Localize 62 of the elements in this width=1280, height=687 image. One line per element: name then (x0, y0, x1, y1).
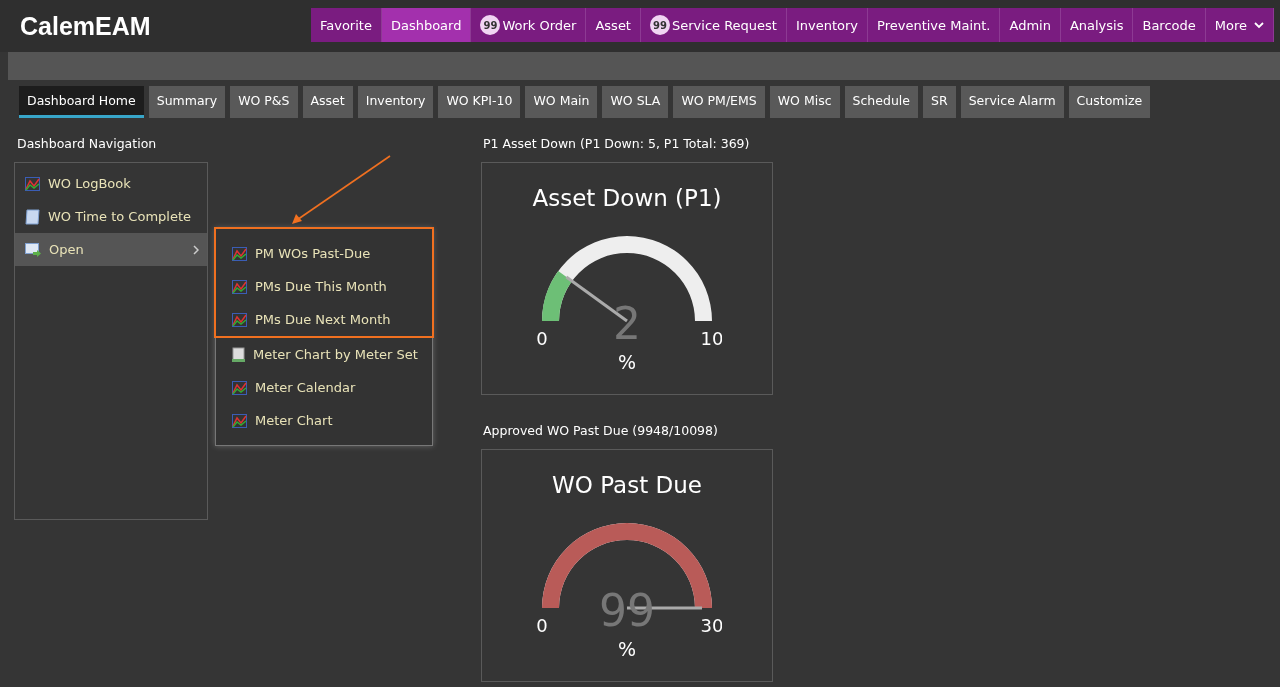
tab[interactable]: Asset (302, 86, 353, 118)
count-badge: 99 (480, 15, 501, 35)
nav-tab[interactable]: 99 Service Request (641, 8, 787, 42)
chart-icon (232, 246, 247, 261)
nav-tab[interactable]: More (1205, 8, 1274, 42)
gauge-value: 99 (599, 585, 655, 636)
submenu-item[interactable]: PMs Due This Month (216, 270, 432, 303)
tab[interactable]: WO PM/EMS (673, 86, 765, 118)
submenu-item[interactable]: Meter Chart (216, 404, 432, 437)
submenu-item[interactable]: Meter Calendar (216, 371, 432, 404)
chart-icon (232, 380, 247, 395)
gauge-max: 10 (700, 328, 722, 349)
gauge-min: 0 (536, 615, 548, 636)
logo: CalemEAM (20, 11, 151, 41)
menu-label: WO LogBook (48, 176, 131, 191)
gauge-heading: Asset Down (P1) (532, 185, 722, 211)
chart-icon (232, 279, 247, 294)
document-icon (25, 208, 40, 225)
gauge-value: 2 (613, 298, 641, 349)
tab[interactable]: SR (923, 86, 956, 118)
nav-tab[interactable]: Barcode (1133, 8, 1206, 42)
menu-label: WO Time to Complete (48, 209, 191, 224)
gauge-title: P1 Asset Down (P1 Down: 5, P1 Total: 369) (482, 136, 751, 153)
nav-tab[interactable]: Asset (586, 8, 641, 42)
tab[interactable]: Dashboard Home (19, 86, 144, 118)
nav-tab[interactable]: Favorite (310, 8, 382, 42)
chart-icon (232, 413, 247, 428)
tab[interactable]: WO Misc (769, 86, 840, 118)
menu-item[interactable]: Open (15, 233, 207, 266)
gauge-unit: % (617, 351, 637, 373)
menu-label: Open (49, 242, 84, 257)
nav-tab[interactable]: Dashboard (381, 8, 472, 42)
submenu-item[interactable]: PM WOs Past-Due (216, 237, 432, 270)
meter-icon (232, 347, 245, 362)
tab[interactable]: Schedule (844, 86, 918, 118)
nav-tab[interactable]: Admin (1000, 8, 1061, 42)
section-title: Dashboard Navigation (16, 136, 158, 153)
tab[interactable]: WO Main (525, 86, 598, 118)
menu-item[interactable]: WO Time to Complete (15, 200, 207, 233)
chevron-right-icon (193, 244, 199, 255)
tab[interactable]: WO KPI-10 (438, 86, 521, 118)
tab[interactable]: WO SLA (602, 86, 669, 118)
tab[interactable]: Summary (148, 86, 226, 118)
gauge-min: 0 (536, 328, 548, 349)
tab[interactable]: Inventory (357, 86, 434, 118)
tab[interactable]: Service Alarm (960, 86, 1064, 118)
menu-item[interactable]: WO LogBook (15, 167, 207, 200)
chart-icon (232, 312, 247, 327)
submenu-item[interactable]: Meter Chart by Meter Set (216, 338, 432, 371)
gauge-heading: WO Past Due (552, 472, 702, 498)
gauge-unit: % (617, 638, 637, 660)
nav-tab[interactable]: Preventive Maint. (868, 8, 1001, 42)
count-badge: 99 (650, 15, 670, 35)
gauge-title: Approved WO Past Due (9948/10098) (482, 423, 719, 440)
gauge-max: 30 (700, 615, 722, 636)
chart-icon (25, 176, 40, 191)
nav-tab[interactable]: 99 Work Order (471, 8, 587, 42)
nav-tab[interactable]: Inventory (786, 8, 869, 42)
submenu-item[interactable]: PMs Due Next Month (216, 303, 432, 336)
tab[interactable]: Customize (1068, 86, 1151, 118)
nav-tab[interactable]: Analysis (1060, 8, 1134, 42)
tab[interactable]: WO P&S (230, 86, 298, 118)
